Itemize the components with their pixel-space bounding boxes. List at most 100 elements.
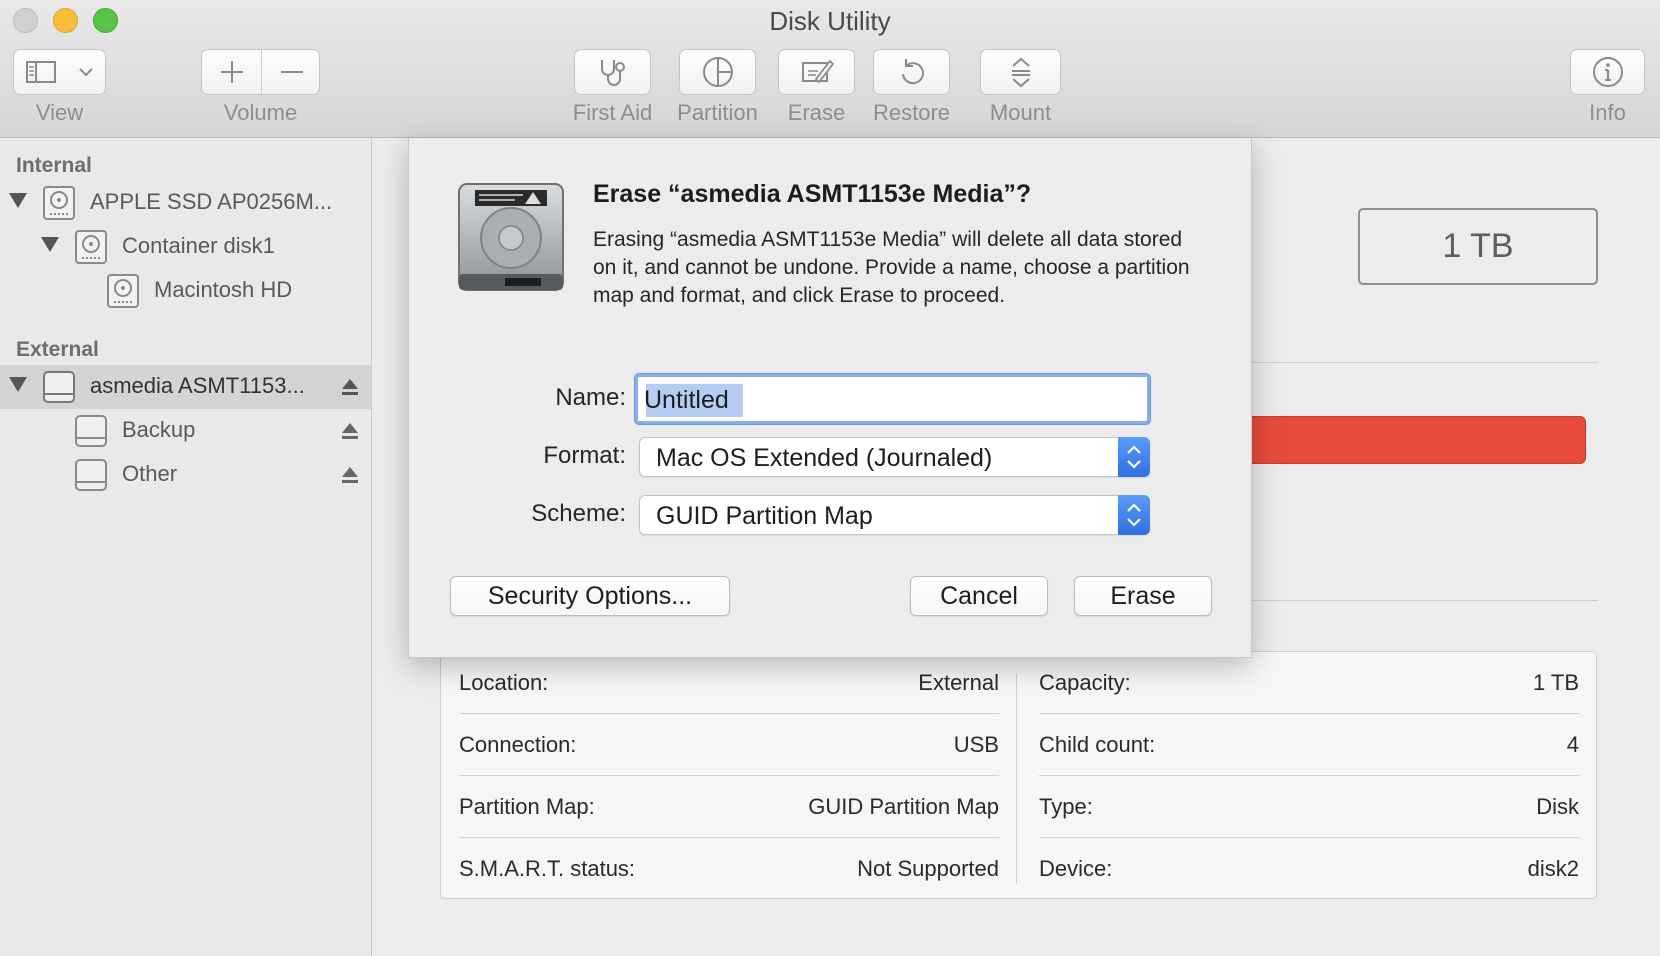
- info-value: USB: [953, 732, 999, 757]
- security-options-button[interactable]: Security Options...: [450, 576, 730, 616]
- partition-button[interactable]: [679, 49, 756, 95]
- eject-icon[interactable]: [341, 377, 359, 397]
- internal-heading: Internal: [16, 154, 92, 177]
- name-label: Name:: [555, 384, 626, 411]
- sidebar-icon: [25, 61, 56, 83]
- first-aid-label: First Aid: [572, 100, 653, 125]
- updown-chevron-icon: [1127, 445, 1141, 469]
- partition-label: Partition: [677, 100, 758, 125]
- divider: [1250, 362, 1598, 363]
- add-volume-button[interactable]: [202, 50, 261, 94]
- info-value: GUID Partition Map: [808, 794, 999, 819]
- popup-arrows: [1118, 437, 1150, 477]
- format-value: Mac OS Extended (Journaled): [656, 444, 993, 472]
- divider: [1250, 600, 1598, 601]
- info-label: Info: [1589, 100, 1626, 125]
- info-value: 4: [1566, 732, 1579, 757]
- info-key: Partition Map:: [459, 794, 595, 819]
- name-input[interactable]: [644, 383, 1139, 417]
- info-row-smart-status: S.M.A.R.T. status: Not Supported: [459, 838, 999, 900]
- first-aid-button[interactable]: [574, 49, 651, 95]
- restore-button[interactable]: [873, 49, 950, 95]
- disclosure-triangle-icon[interactable]: [41, 237, 59, 252]
- sidebar-item-label: Container disk1: [122, 233, 275, 258]
- format-popup[interactable]: Mac OS Extended (Journaled): [639, 437, 1150, 477]
- sidebar-item-container-disk1[interactable]: Container disk1: [0, 225, 371, 269]
- info-icon: [1592, 57, 1623, 87]
- popup-arrows: [1118, 495, 1150, 535]
- info-value: Disk: [1536, 794, 1579, 819]
- info-value: Not Supported: [857, 856, 999, 881]
- view-button[interactable]: [13, 49, 106, 95]
- info-row-child-count: Child count: 4: [1039, 714, 1579, 776]
- info-value: External: [918, 670, 999, 695]
- erase-label: Erase: [787, 100, 846, 125]
- info-button[interactable]: [1570, 49, 1645, 95]
- info-row-device: Device: disk2: [1039, 838, 1579, 900]
- sidebar-item-label: asmedia ASMT1153...: [90, 373, 305, 398]
- column-divider: [1016, 674, 1017, 884]
- name-field[interactable]: [635, 374, 1150, 424]
- info-key: S.M.A.R.T. status:: [459, 856, 636, 881]
- pie-partition-icon: [702, 57, 733, 87]
- dialog-title: Erase “asmedia ASMT1153e Media”?: [593, 180, 1032, 208]
- info-column-right: Capacity: 1 TB Child count: 4 Type: Disk…: [1021, 652, 1579, 900]
- container-icon: [75, 230, 107, 264]
- info-value: disk2: [1527, 856, 1579, 881]
- info-column-left: Location: External Connection: USB Parti…: [441, 652, 999, 900]
- sidebar-item-backup[interactable]: Backup: [0, 409, 371, 453]
- info-key: Location:: [459, 670, 549, 695]
- sidebar-item-apple-ssd[interactable]: APPLE SSD AP0256M...: [0, 181, 371, 225]
- info-row-connection: Connection: USB: [459, 714, 999, 776]
- info-value: 1 TB: [1532, 670, 1579, 695]
- info-row-type: Type: Disk: [1039, 776, 1579, 838]
- minus-icon: [280, 71, 303, 73]
- internal-disk-icon: [43, 186, 75, 220]
- info-key: Connection:: [459, 732, 577, 757]
- chevron-down-icon: [78, 68, 93, 77]
- disclosure-triangle-icon[interactable]: [9, 377, 27, 392]
- external-volume-icon: [75, 459, 107, 491]
- updown-chevron-icon: [1127, 503, 1141, 527]
- external-disk-icon: [43, 371, 75, 403]
- external-heading: External: [16, 338, 99, 361]
- cancel-button[interactable]: Cancel: [910, 576, 1048, 616]
- sidebar-item-label: Other: [122, 461, 178, 486]
- scheme-popup[interactable]: GUID Partition Map: [639, 495, 1150, 535]
- info-key: Child count:: [1039, 732, 1156, 757]
- info-key: Capacity:: [1039, 670, 1131, 695]
- remove-volume-button[interactable]: [262, 50, 321, 94]
- sidebar-item-macintosh-hd[interactable]: Macintosh HD: [0, 269, 371, 313]
- stethoscope-icon: [600, 60, 625, 86]
- disclosure-triangle-icon[interactable]: [9, 193, 27, 208]
- info-key: Device:: [1039, 856, 1113, 881]
- dialog-message: Erasing “asmedia ASMT1153e Media” will d…: [593, 228, 1190, 307]
- window-title: Disk Utility: [769, 6, 891, 36]
- volume-segmented-control: [201, 49, 320, 95]
- usage-bar: [1200, 416, 1586, 464]
- sidebar-item-asmedia-disk[interactable]: asmedia ASMT1153...: [0, 365, 371, 409]
- disk-info-table: Location: External Connection: USB Parti…: [440, 651, 1597, 899]
- mount-button[interactable]: [980, 49, 1061, 95]
- mount-label: Mount: [989, 100, 1052, 125]
- sidebar-item-other[interactable]: Other: [0, 453, 371, 497]
- erase-toolbar-button[interactable]: [778, 49, 855, 95]
- restore-arrow-icon: [901, 59, 924, 85]
- erase-button[interactable]: Erase: [1074, 576, 1212, 616]
- capacity-display: 1 TB: [1358, 208, 1598, 285]
- sidebar: Internal APPLE SSD AP0256M... Container …: [0, 138, 372, 956]
- info-key: Type:: [1039, 794, 1093, 819]
- mount-icon: [1011, 57, 1030, 88]
- hard-drive-icon: [458, 183, 564, 291]
- info-row-location: Location: External: [459, 652, 999, 714]
- erase-dialog: Erase “asmedia ASMT1153e Media”? Erasing…: [408, 138, 1252, 658]
- info-row-capacity: Capacity: 1 TB: [1039, 652, 1579, 714]
- eject-icon[interactable]: [341, 465, 359, 485]
- plus-icon: [220, 61, 243, 83]
- scheme-value: GUID Partition Map: [656, 502, 873, 530]
- view-label: View: [35, 100, 84, 125]
- info-row-partition-map: Partition Map: GUID Partition Map: [459, 776, 999, 838]
- eject-icon[interactable]: [341, 421, 359, 441]
- volume-icon: [107, 274, 139, 308]
- toolbar: Disk Utility View Volume First Aid Parti…: [0, 0, 1660, 138]
